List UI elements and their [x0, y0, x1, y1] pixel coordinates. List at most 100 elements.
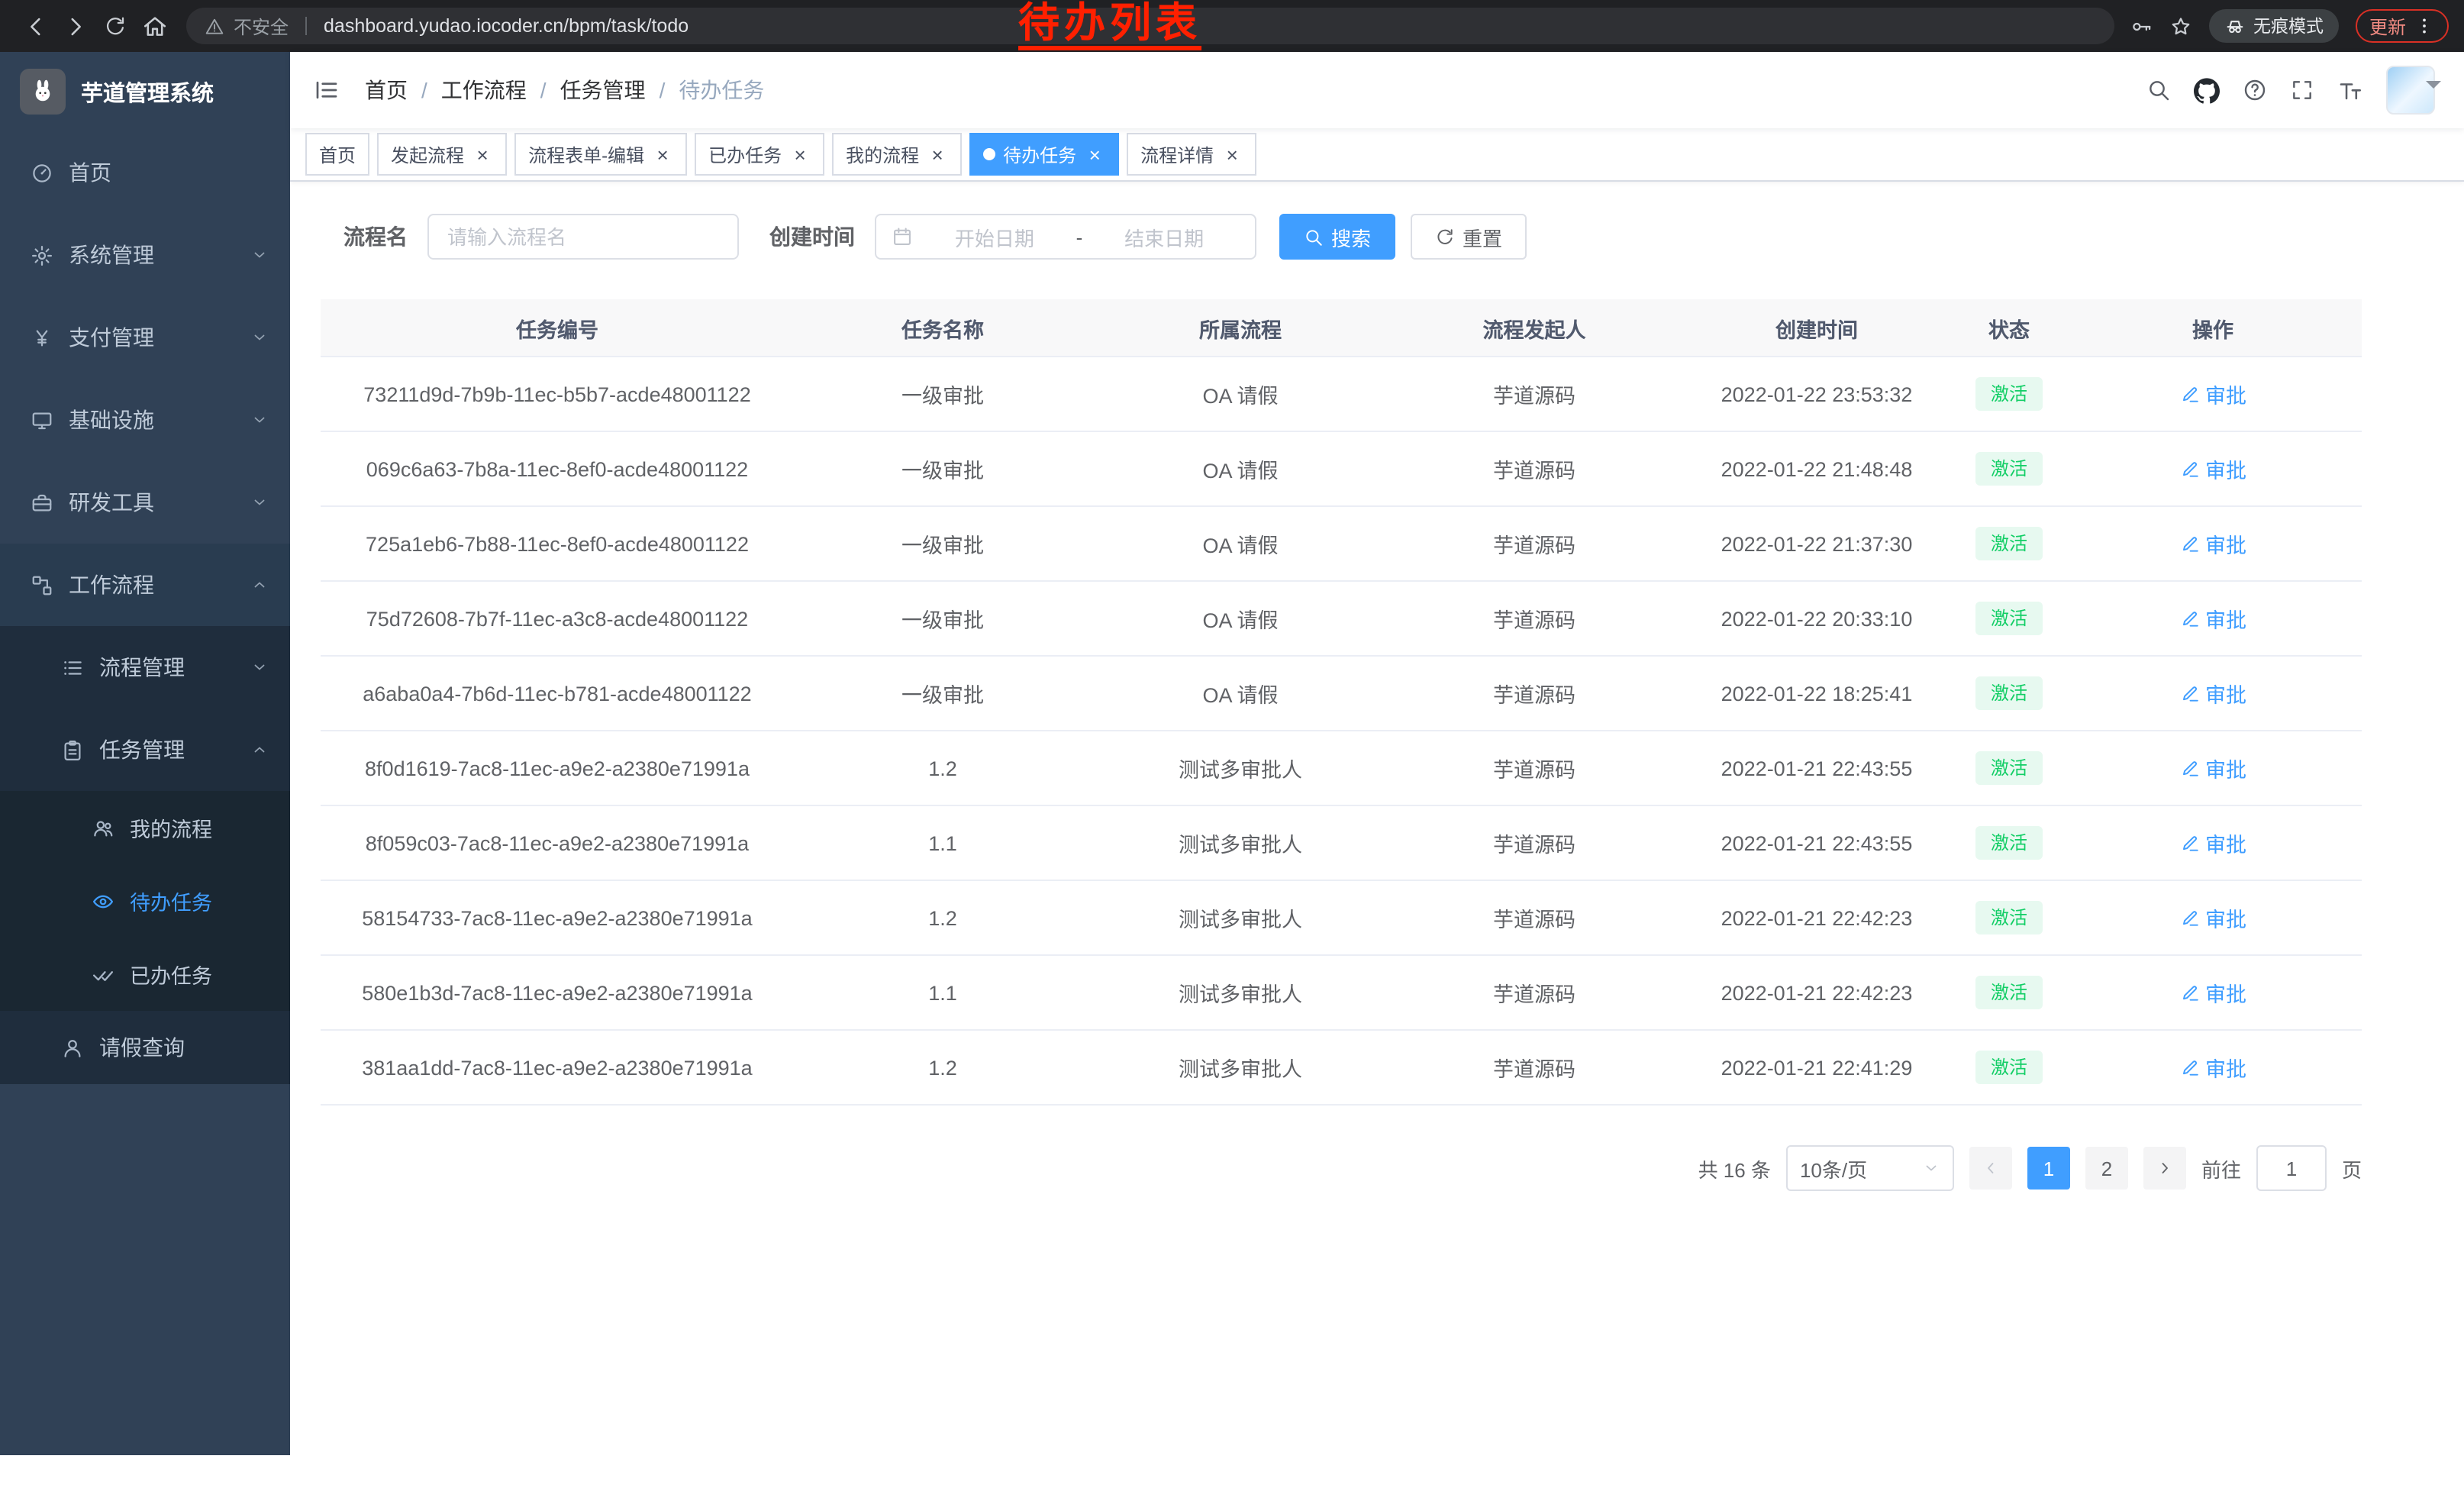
page-button[interactable]: 1: [2027, 1147, 2070, 1190]
chevron-up-icon: [250, 741, 269, 759]
tag-close-icon[interactable]: [652, 144, 673, 165]
table-row: 8f0d1619-7ac8-11ec-a9e2-a2380e71991a 1.2…: [321, 731, 2362, 805]
github-icon[interactable]: [2194, 77, 2220, 103]
cell-process: 测试多审批人: [1092, 731, 1389, 805]
browser-forward-button[interactable]: [55, 6, 95, 46]
cell-task-id: 580e1b3d-7ac8-11ec-a9e2-a2380e71991a: [321, 955, 794, 1030]
tag-close-icon[interactable]: [1221, 144, 1243, 165]
end-date-placeholder: 结束日期: [1088, 222, 1240, 251]
col-created: 创建时间: [1679, 299, 1954, 357]
tag-close-icon[interactable]: [1084, 144, 1105, 165]
approve-link[interactable]: 审批: [2179, 528, 2246, 559]
user-menu[interactable]: [2386, 66, 2441, 115]
password-key-icon[interactable]: [2130, 15, 2153, 37]
approve-link[interactable]: 审批: [2179, 454, 2246, 484]
approve-label: 审批: [2205, 603, 2246, 634]
cell-task-id: 75d72608-7b7f-11ec-a3c8-acde48001122: [321, 581, 794, 656]
cell-process: OA 请假: [1092, 431, 1389, 506]
cell-status: 激活: [1954, 431, 2064, 506]
search-icon[interactable]: [2146, 78, 2171, 102]
sidebar-item-devtools[interactable]: 研发工具: [0, 461, 290, 544]
tag-close-icon[interactable]: [789, 144, 811, 165]
browser-reload-button[interactable]: [95, 6, 134, 46]
sidebar-item-my-process[interactable]: 我的流程: [0, 791, 290, 864]
sidebar-item-label: 请假查询: [99, 1032, 185, 1063]
tag[interactable]: 我的流程: [832, 133, 962, 176]
sidebar-item-leave-query[interactable]: 请假查询: [0, 1011, 290, 1084]
cell-initiator: 芋道源码: [1389, 656, 1679, 731]
goto-page-input[interactable]: [2256, 1145, 2327, 1191]
approve-label: 审批: [2205, 379, 2246, 409]
sidebar-item-todo-tasks[interactable]: 待办任务: [0, 864, 290, 938]
sidebar-collapse-button[interactable]: [313, 76, 340, 104]
approve-link[interactable]: 审批: [2179, 828, 2246, 858]
sidebar-item-infra[interactable]: 基础设施: [0, 379, 290, 461]
cell-created: 2022-01-22 18:25:41: [1679, 656, 1954, 731]
table-row: a6aba0a4-7b6d-11ec-b781-acde48001122 一级审…: [321, 656, 2362, 731]
breadcrumb-item[interactable]: 工作流程: [421, 75, 527, 105]
sidebar-item-task-mgmt[interactable]: 任务管理: [0, 709, 290, 791]
table-row: 8f059c03-7ac8-11ec-a9e2-a2380e71991a 1.1…: [321, 805, 2362, 880]
incognito-icon: [2224, 15, 2246, 37]
sidebar-item-label: 任务管理: [99, 734, 185, 765]
bookmark-star-icon[interactable]: [2169, 15, 2192, 37]
approve-label: 审批: [2205, 977, 2246, 1008]
approve-link[interactable]: 审批: [2179, 1052, 2246, 1083]
approve-link[interactable]: 审批: [2179, 678, 2246, 709]
browser-toolbar-right: 无痕模式 更新: [2130, 9, 2449, 43]
tag-close-icon[interactable]: [472, 144, 493, 165]
sidebar-item-payment[interactable]: 支付管理: [0, 296, 290, 379]
sidebar-item-label: 首页: [69, 157, 111, 188]
cell-status: 激活: [1954, 506, 2064, 581]
tag[interactable]: 待办任务: [969, 133, 1119, 176]
cell-action: 审批: [2064, 805, 2362, 880]
sidebar-item-home[interactable]: 首页: [0, 131, 290, 214]
prev-page-button[interactable]: [1969, 1147, 2012, 1190]
fullscreen-icon[interactable]: [2290, 78, 2314, 102]
page-button[interactable]: 2: [2085, 1147, 2128, 1190]
table-row: 73211d9d-7b9b-11ec-b5b7-acde48001122 一级审…: [321, 357, 2362, 431]
page-size-select[interactable]: 10条/页: [1786, 1145, 1954, 1191]
sidebar-item-done-tasks[interactable]: 已办任务: [0, 938, 290, 1011]
cell-initiator: 芋道源码: [1389, 955, 1679, 1030]
approve-link[interactable]: 审批: [2179, 977, 2246, 1008]
app-logo[interactable]: 芋道管理系统: [0, 52, 290, 131]
process-name-input[interactable]: [427, 214, 739, 260]
breadcrumb-item[interactable]: 首页: [365, 75, 408, 105]
date-range-picker[interactable]: 开始日期 - 结束日期: [875, 214, 1256, 260]
cell-created: 2022-01-22 21:48:48: [1679, 431, 1954, 506]
sidebar-item-process-mgmt[interactable]: 流程管理: [0, 626, 290, 709]
approve-link[interactable]: 审批: [2179, 902, 2246, 933]
approve-link[interactable]: 审批: [2179, 603, 2246, 634]
tag[interactable]: 首页: [305, 133, 369, 176]
cell-initiator: 芋道源码: [1389, 880, 1679, 955]
browser-home-button[interactable]: [134, 6, 174, 46]
browser-menu-icon[interactable]: [2414, 15, 2435, 37]
browser-update-button[interactable]: 更新: [2356, 9, 2449, 43]
tag[interactable]: 流程详情: [1127, 133, 1256, 176]
tag[interactable]: 发起流程: [377, 133, 507, 176]
reset-button[interactable]: 重置: [1411, 214, 1527, 260]
browser-back-button[interactable]: [15, 6, 55, 46]
tag-close-icon[interactable]: [927, 144, 948, 165]
approve-link[interactable]: 审批: [2179, 379, 2246, 409]
help-icon[interactable]: [2243, 78, 2267, 102]
cell-task-id: 381aa1dd-7ac8-11ec-a9e2-a2380e71991a: [321, 1030, 794, 1105]
next-page-button[interactable]: [2143, 1147, 2186, 1190]
chevron-down-icon: [1922, 1159, 1940, 1177]
sidebar-item-workflow[interactable]: 工作流程: [0, 544, 290, 626]
col-action: 操作: [2064, 299, 2362, 357]
cell-process: 测试多审批人: [1092, 955, 1389, 1030]
list-icon: [61, 656, 84, 679]
approve-link[interactable]: 审批: [2179, 753, 2246, 783]
logo-avatar: [20, 69, 66, 115]
sidebar-item-label: 基础设施: [69, 405, 154, 435]
search-button[interactable]: 搜索: [1279, 214, 1395, 260]
sidebar-item-system[interactable]: 系统管理: [0, 214, 290, 296]
tag[interactable]: 已办任务: [695, 133, 824, 176]
edit-icon: [2179, 534, 2199, 554]
font-size-icon[interactable]: [2337, 77, 2363, 103]
breadcrumb-item[interactable]: 任务管理: [540, 75, 646, 105]
tag[interactable]: 流程表单-编辑: [514, 133, 687, 176]
cell-task-id: 8f0d1619-7ac8-11ec-a9e2-a2380e71991a: [321, 731, 794, 805]
